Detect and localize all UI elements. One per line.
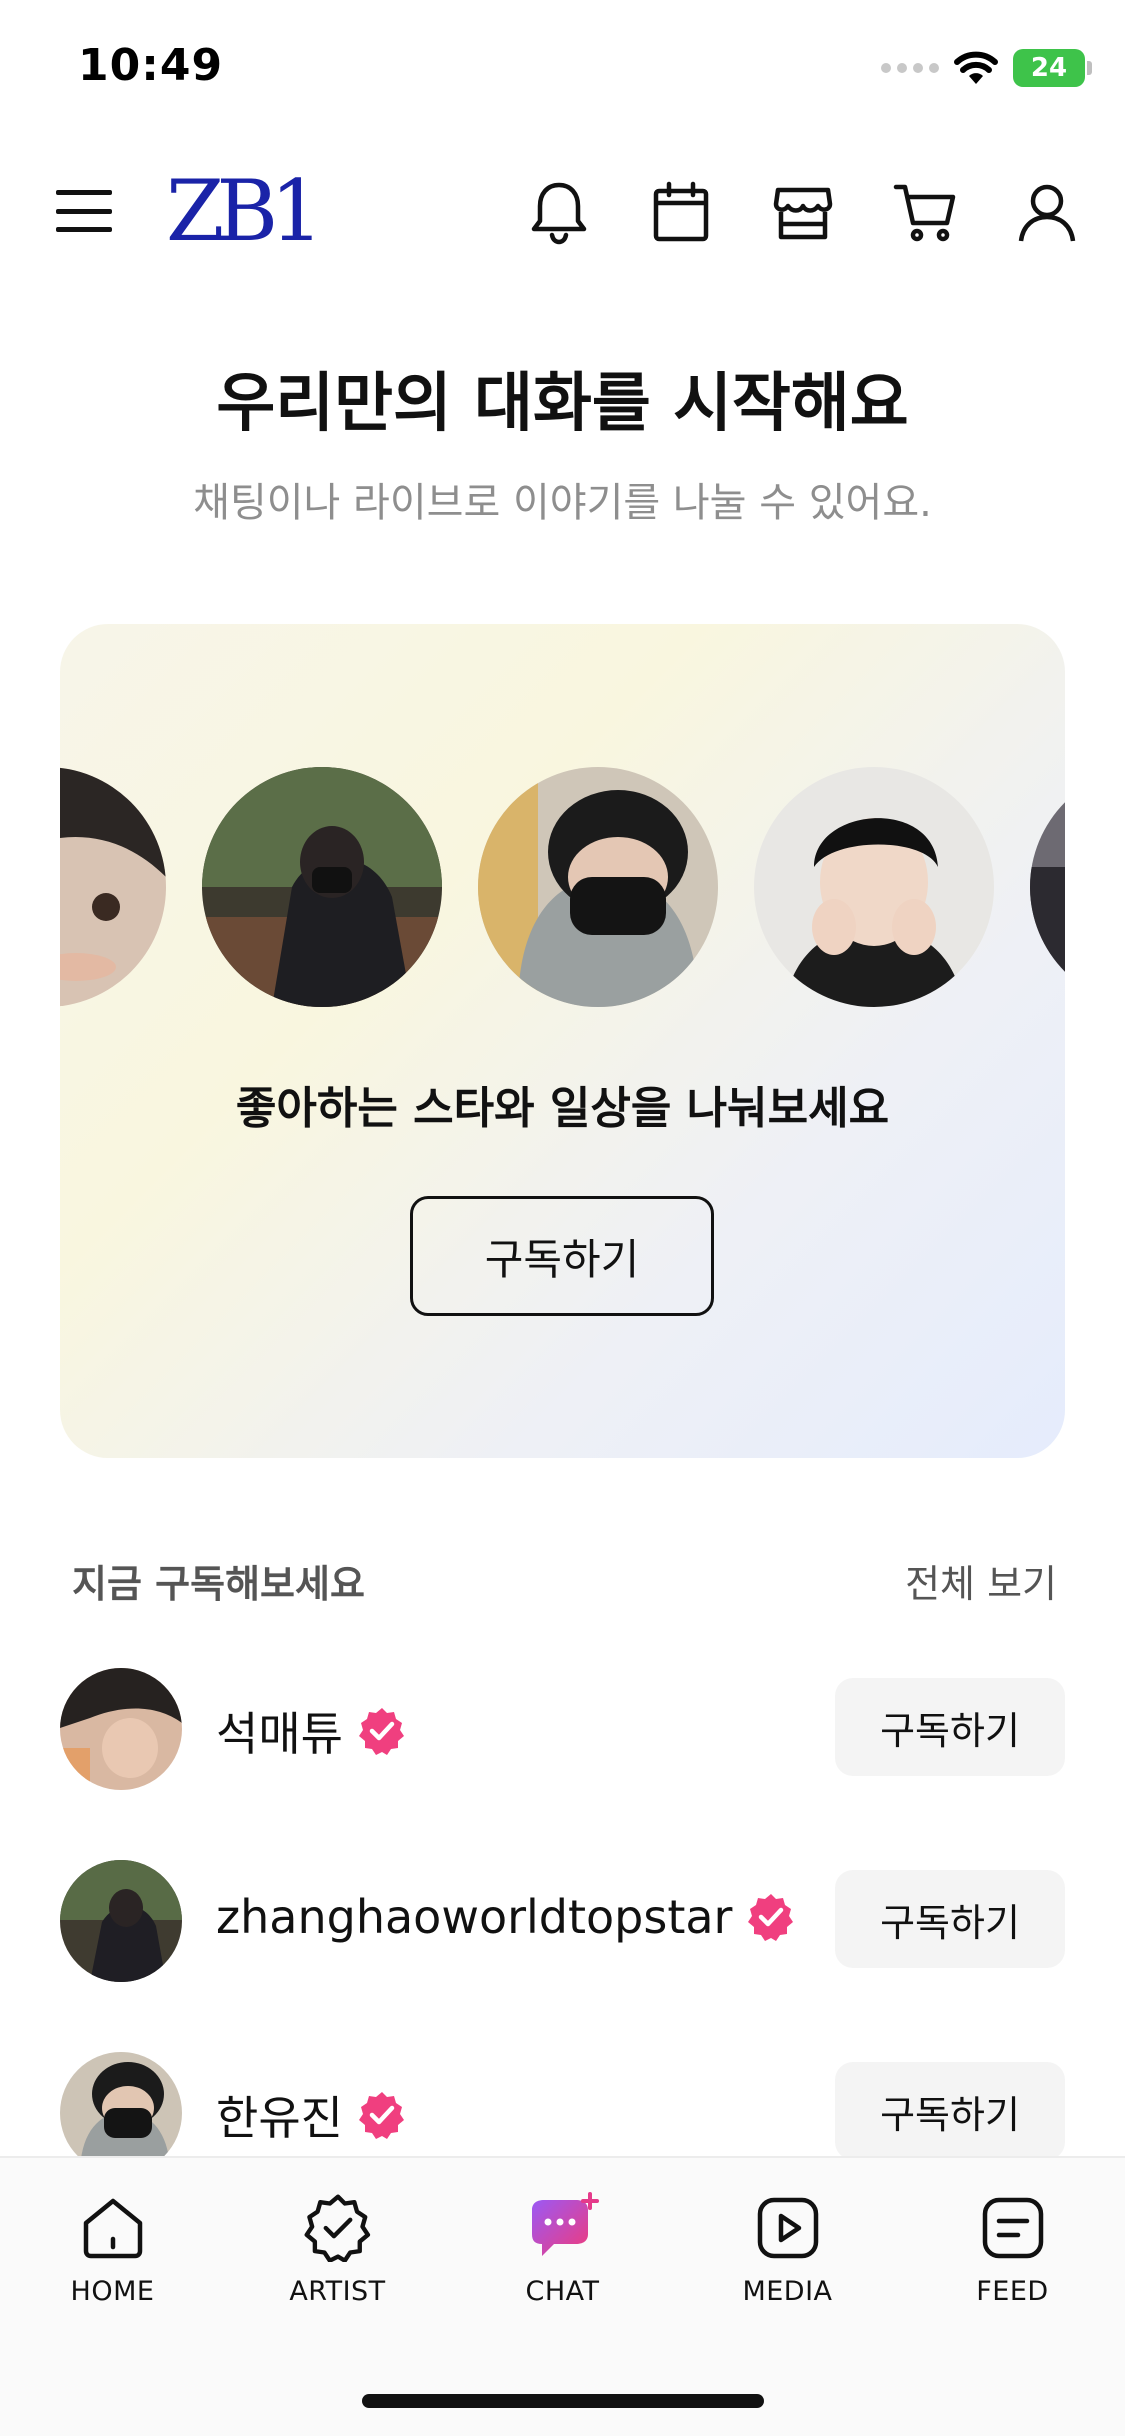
artist-photo [202, 767, 442, 1007]
calendar-icon[interactable] [643, 174, 719, 250]
app-logo[interactable]: ZB1 [166, 166, 324, 256]
nav-label: MEDIA [742, 2276, 833, 2307]
status-indicators: 24 [881, 46, 1092, 90]
artist-photo [1030, 767, 1065, 1007]
nav-item-home[interactable]: HOME [0, 2188, 225, 2307]
bell-icon[interactable] [521, 174, 597, 250]
artist-badge-icon [298, 2188, 378, 2268]
artist-photo [60, 767, 166, 1007]
nav-item-artist[interactable]: ARTIST [225, 2188, 450, 2307]
verified-badge-icon [748, 1894, 794, 1941]
status-bar: 10:49 24 [0, 0, 1125, 140]
artist-avatar-carousel[interactable] [60, 767, 1065, 1007]
menu-icon[interactable] [56, 190, 112, 232]
home-icon [73, 2188, 153, 2268]
artist-photo [478, 767, 718, 1007]
nav-label: ARTIST [289, 2276, 386, 2307]
page-title: 우리만의 대화를 시작해요 [216, 367, 909, 441]
nav-label: CHAT [525, 2276, 600, 2307]
artist-photo [754, 767, 994, 1007]
cart-icon[interactable] [887, 174, 963, 250]
artist-name: 한유진 [216, 2082, 407, 2148]
subscribe-button[interactable]: 구독하기 [410, 1196, 714, 1316]
list-item[interactable]: 석매튜 구독하기 [60, 1668, 1065, 1790]
store-icon[interactable] [765, 174, 841, 250]
section-title: 지금 구독해보세요 [72, 1561, 365, 1606]
chat-icon [523, 2188, 603, 2268]
profile-icon[interactable] [1009, 174, 1085, 250]
subscribe-button[interactable]: 구독하기 [835, 1870, 1065, 1968]
battery-level: 24 [1030, 53, 1068, 83]
suggestions-header: 지금 구독해보세요 전체 보기 [72, 1550, 1057, 1610]
nav-label: FEED [976, 2276, 1049, 2307]
nav-items: HOME ARTIST CHAT MEDIA FEED [0, 2188, 1125, 2307]
subscribe-button[interactable]: 구독하기 [835, 2062, 1065, 2160]
subscribe-button[interactable]: 구독하기 [835, 1678, 1065, 1776]
list-item[interactable]: zhanghaoworldtopstar 구독하기 [60, 1860, 1065, 1982]
app-header: ZB1 [0, 160, 1125, 260]
nav-item-feed[interactable]: FEED [900, 2188, 1125, 2307]
artist-name-text: 석매튜 [216, 1707, 343, 1761]
nav-item-chat[interactable]: CHAT [450, 2188, 675, 2307]
nav-item-media[interactable]: MEDIA [675, 2188, 900, 2307]
status-time: 10:49 [78, 40, 224, 91]
see-all-link[interactable]: 전체 보기 [905, 1553, 1057, 1608]
verified-badge-icon [358, 1708, 404, 1755]
nav-label: HOME [70, 2276, 155, 2307]
promo-message: 좋아하는 스타와 일상을 나눠보세요 [235, 1083, 890, 1134]
artist-name-text: zhanghaoworldtopstar [216, 1890, 733, 1944]
subscribe-promo-card: 좋아하는 스타와 일상을 나눠보세요 구독하기 [60, 624, 1065, 1458]
wifi-icon [954, 51, 998, 84]
artist-name: zhanghaoworldtopstar [216, 1890, 796, 1944]
page-subtitle: 채팅이나 라이브로 이야기를 나눌 수 있어요. [193, 480, 932, 526]
artist-name-text: 한유진 [216, 2091, 343, 2145]
artist-name: 석매튜 [216, 1698, 407, 1764]
header-actions [521, 174, 1085, 250]
cellular-signal-icon [881, 63, 939, 73]
avatar [60, 1860, 182, 1982]
battery-icon: 24 [1013, 49, 1092, 87]
home-indicator[interactable] [362, 2394, 764, 2408]
feed-icon [973, 2188, 1053, 2268]
verified-badge-icon [358, 2092, 404, 2139]
avatar [60, 1668, 182, 1790]
play-icon [748, 2188, 828, 2268]
